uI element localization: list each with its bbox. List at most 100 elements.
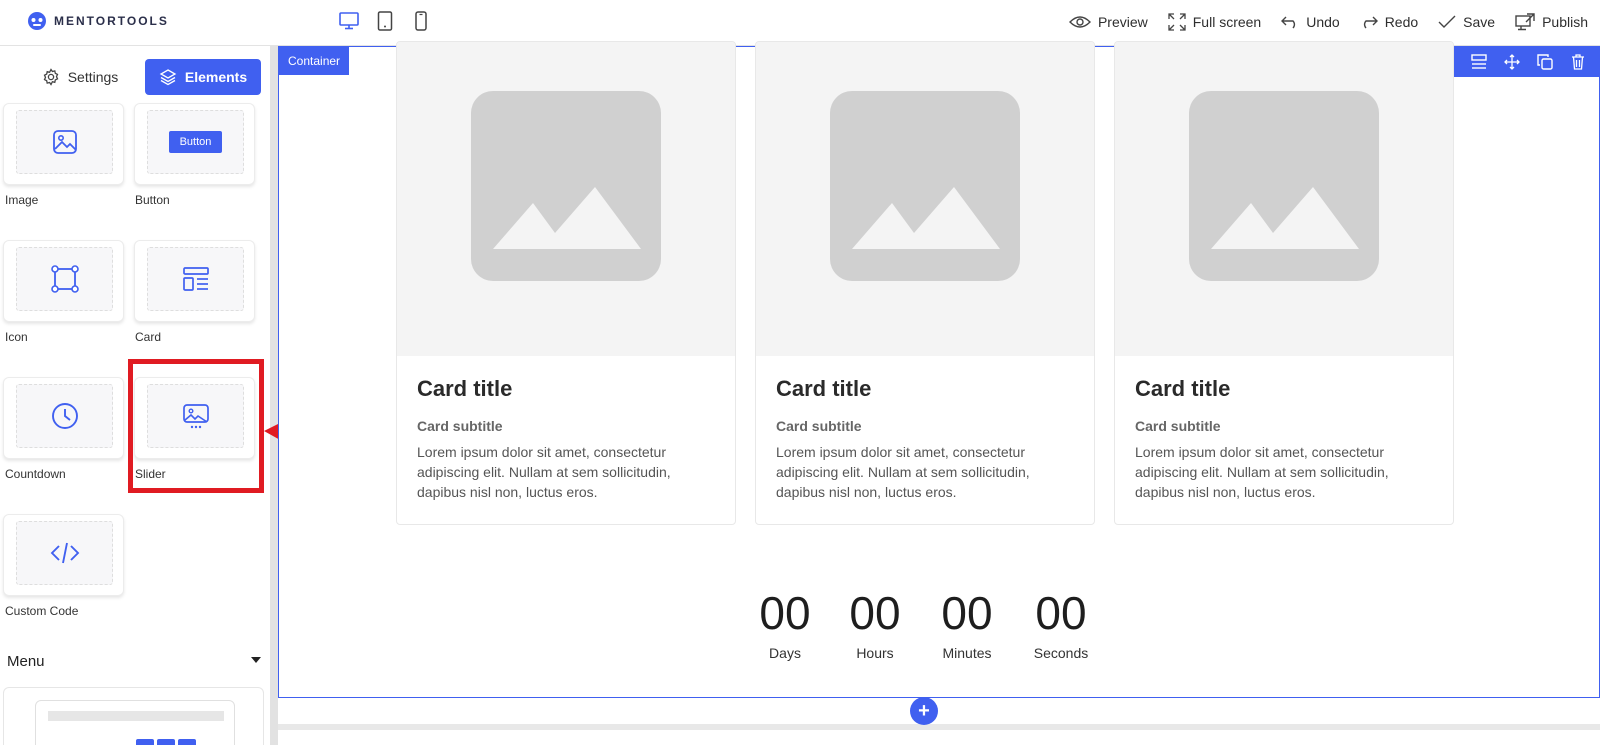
undo-button[interactable]: Undo: [1281, 14, 1340, 30]
next-section-strip: [278, 724, 1600, 730]
redo-icon: [1363, 16, 1378, 29]
fullscreen-label: Full screen: [1192, 14, 1262, 30]
tab-settings-label: Settings: [67, 69, 119, 85]
desktop-icon[interactable]: [338, 10, 360, 32]
mobile-icon[interactable]: [410, 10, 432, 32]
layers-icon: [159, 69, 177, 86]
redo-label: Redo: [1384, 14, 1419, 30]
eye-icon: [1068, 16, 1091, 28]
copy-icon[interactable]: [1535, 52, 1555, 72]
check-icon: [1438, 15, 1456, 28]
countdown-minutes: 00 Minutes: [917, 587, 1017, 661]
brand-name: MENTORTOOLS: [54, 14, 169, 28]
element-label-countdown: Countdown: [5, 467, 66, 481]
container-label[interactable]: Container: [279, 47, 350, 75]
undo-icon: [1281, 16, 1296, 29]
sidebar-scrollbar[interactable]: [270, 46, 278, 745]
tile-preview: [16, 110, 113, 174]
save-button[interactable]: Save: [1438, 14, 1495, 30]
tile-preview: [16, 247, 113, 311]
image-placeholder-icon: [471, 91, 661, 281]
card-title: Card title: [1135, 376, 1231, 401]
clock-icon: [51, 403, 78, 429]
element-tile-menu[interactable]: [3, 687, 264, 745]
countdown-label: Seconds: [1033, 645, 1089, 661]
tile-preview: [147, 247, 244, 311]
countdown-days: 00 Days: [735, 587, 835, 661]
tile-preview: Button: [147, 110, 244, 174]
move-icon[interactable]: [1502, 52, 1522, 72]
tile-preview: [147, 384, 244, 448]
toolbar-actions: Preview Full screen Undo Redo Save Publi…: [1068, 0, 1588, 44]
card-title: Card title: [417, 376, 513, 401]
code-icon: [50, 542, 79, 564]
publish-button[interactable]: Publish: [1515, 13, 1588, 31]
container-block[interactable]: Container Card title Card subtitle Lorem…: [278, 41, 1600, 698]
tab-elements-label: Elements: [184, 69, 248, 85]
element-tile-slider[interactable]: [134, 377, 255, 459]
countdown-seconds: 00 Seconds: [1011, 587, 1111, 661]
tab-elements[interactable]: Elements: [145, 59, 261, 95]
card-image-placeholder: [1115, 42, 1453, 356]
countdown-label: Days: [769, 645, 801, 661]
menu-section-title[interactable]: Menu: [7, 653, 45, 670]
element-label-icon: Icon: [5, 330, 28, 344]
device-switcher: [338, 10, 432, 32]
redo-button[interactable]: Redo: [1360, 14, 1418, 30]
publish-label: Publish: [1542, 14, 1588, 30]
trash-icon[interactable]: [1568, 52, 1588, 72]
countdown-value: 00: [759, 587, 811, 639]
button-preview: Button: [168, 131, 223, 153]
undo-label: Undo: [1306, 14, 1340, 30]
card[interactable]: Card title Card subtitle Lorem ipsum dol…: [396, 41, 736, 525]
element-label-custom-code: Custom Code: [5, 604, 79, 618]
card[interactable]: Card title Card subtitle Lorem ipsum dol…: [755, 41, 1095, 525]
publish-icon: [1515, 13, 1535, 31]
tile-preview: [16, 521, 113, 585]
element-tile-image[interactable]: [3, 103, 124, 185]
elements-panel: Settings Elements Image Button Button Ic…: [0, 46, 270, 745]
add-section-button[interactable]: +: [910, 697, 938, 725]
card-subtitle: Card subtitle: [776, 418, 862, 434]
element-tile-button[interactable]: Button: [134, 103, 255, 185]
align-icon[interactable]: [1469, 52, 1489, 72]
card-title: Card title: [776, 376, 872, 401]
tile-preview: [16, 384, 113, 448]
logo[interactable]: MENTORTOOLS: [26, 10, 169, 32]
card-text: Lorem ipsum dolor sit amet, consectetur …: [417, 444, 671, 500]
tablet-icon[interactable]: [374, 10, 396, 32]
countdown-label: Minutes: [942, 645, 992, 661]
element-tile-card[interactable]: [134, 240, 255, 322]
save-label: Save: [1463, 14, 1496, 30]
menu-preview-items: [136, 739, 196, 745]
top-bar: MENTORTOOLS Preview Full screen Undo Red…: [0, 0, 1600, 46]
countdown-value: 00: [849, 587, 901, 639]
caret-down-icon[interactable]: [251, 657, 261, 663]
element-tile-icon[interactable]: [3, 240, 124, 322]
element-label-button: Button: [135, 193, 170, 207]
fullscreen-icon: [1168, 13, 1186, 31]
menu-preview: [35, 700, 235, 745]
countdown-value: 00: [941, 587, 993, 639]
card-text: Lorem ipsum dolor sit amet, consectetur …: [1135, 444, 1389, 500]
fullscreen-button[interactable]: Full screen: [1168, 13, 1261, 31]
element-label-slider: Slider: [135, 467, 166, 481]
preview-label: Preview: [1097, 14, 1148, 30]
image-icon: [52, 130, 77, 154]
element-label-card: Card: [135, 330, 162, 344]
image-placeholder-icon: [1189, 91, 1379, 281]
tab-settings[interactable]: Settings: [30, 59, 130, 95]
card[interactable]: Card title Card subtitle Lorem ipsum dol…: [1114, 41, 1454, 525]
countdown-value: 00: [1035, 587, 1087, 639]
slider-icon: [182, 404, 209, 429]
preview-button[interactable]: Preview: [1068, 14, 1148, 30]
element-label-image: Image: [5, 193, 39, 207]
logo-icon: [28, 12, 46, 30]
image-placeholder-icon: [830, 91, 1020, 281]
countdown-hours: 00 Hours: [825, 587, 925, 661]
card-image-placeholder: [397, 42, 735, 356]
card-subtitle: Card subtitle: [1135, 418, 1221, 434]
element-tile-custom-code[interactable]: [3, 514, 124, 596]
countdown-label: Hours: [856, 645, 894, 661]
element-tile-countdown[interactable]: [3, 377, 124, 459]
